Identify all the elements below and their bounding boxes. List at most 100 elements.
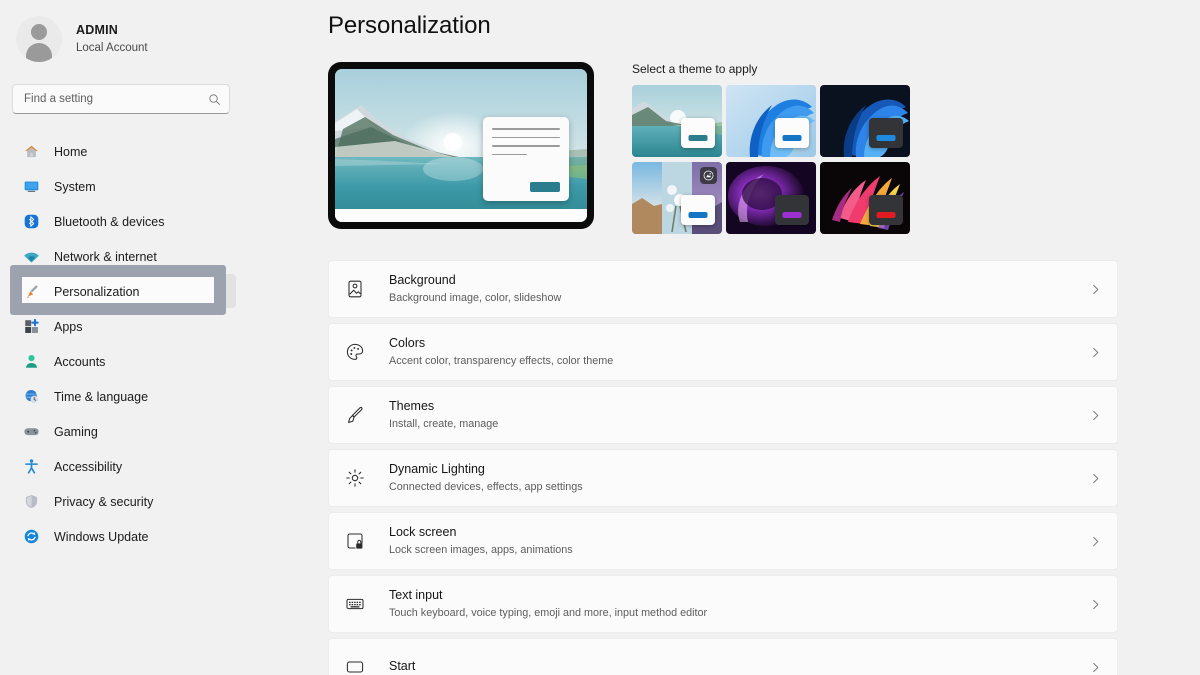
theme-thumb-spotlight-slideshow[interactable] (632, 162, 722, 234)
settings-row-themes[interactable]: Themes Install, create, manage (328, 386, 1118, 444)
settings-window: ADMIN Local Account Home (0, 0, 1200, 675)
theme-thumb-accent (876, 135, 896, 141)
theme-grid (632, 85, 910, 234)
gamepad-icon (24, 428, 39, 436)
person-avatar-icon (16, 16, 62, 62)
theme-picker-label: Select a theme to apply (632, 62, 758, 76)
settings-row-text-input[interactable]: Text input Touch keyboard, voice typing,… (328, 575, 1118, 633)
row-title: Themes (389, 399, 435, 414)
settings-row-lock-screen[interactable]: Lock screen Lock screen images, apps, an… (328, 512, 1118, 570)
sidebar-item-time-language[interactable]: Time & language (12, 379, 218, 414)
theme-thumb-bloom-light[interactable] (726, 85, 816, 157)
theme-thumb-window (681, 195, 715, 225)
settings-list: Background Background image, color, slid… (328, 260, 1118, 675)
sidebar-item-privacy-security[interactable]: Privacy & security (12, 484, 218, 519)
windows-spotlight-icon (700, 167, 717, 184)
monitor-icon (24, 181, 39, 192)
chevron-right-icon (1093, 473, 1099, 483)
shield-icon (25, 494, 38, 509)
keyboard-icon (346, 598, 364, 610)
row-title: Dynamic Lighting (389, 462, 485, 477)
row-subtitle: Touch keyboard, voice typing, emoji and … (389, 607, 708, 620)
theme-thumb-window (869, 195, 903, 225)
sidebar-item-label: Gaming (54, 424, 98, 439)
search-icon (209, 93, 220, 105)
update-icon (24, 529, 39, 544)
preview-window-mockup (483, 117, 569, 201)
sidebar-item-label: Time & language (54, 389, 149, 404)
sidebar-item-label: Privacy & security (54, 494, 154, 509)
theme-thumb-flow-dark[interactable] (820, 162, 910, 234)
start-icon (346, 661, 364, 673)
picture-icon (348, 280, 362, 298)
sidebar-item-label: Accounts (54, 354, 106, 369)
row-subtitle: Lock screen images, apps, animations (389, 544, 573, 557)
settings-row-start[interactable]: Start (328, 638, 1118, 675)
settings-row-dynamic-lighting[interactable]: Dynamic Lighting Connected devices, effe… (328, 449, 1118, 507)
row-title: Background (389, 273, 456, 288)
chevron-right-icon (1093, 284, 1099, 294)
theme-thumb-lake-light[interactable] (632, 85, 722, 157)
clock-globe-icon (25, 390, 38, 404)
sidebar-item-label: Personalization (54, 284, 140, 299)
sidebar-item-personalization[interactable]: Personalization (12, 274, 218, 309)
sidebar-item-accessibility[interactable]: Accessibility (12, 449, 218, 484)
row-subtitle: Connected devices, effects, app settings (389, 481, 583, 494)
sidebar-item-gaming[interactable]: Gaming (12, 414, 218, 449)
theme-thumb-window (775, 118, 809, 148)
row-subtitle: Install, create, manage (389, 418, 499, 431)
lighting-icon (346, 469, 364, 487)
row-title: Colors (389, 336, 426, 351)
sidebar-item-apps[interactable]: Apps (12, 309, 218, 344)
sidebar-item-label: Apps (54, 319, 83, 334)
selection-shadow (224, 274, 236, 308)
sidebar-item-windows-update[interactable]: Windows Update (12, 519, 218, 554)
row-title: Start (389, 658, 416, 673)
sidebar-item-home[interactable]: Home (12, 134, 218, 169)
theme-thumb-accent (876, 212, 896, 218)
preview-taskbar (335, 209, 587, 222)
search-box[interactable] (12, 84, 230, 114)
theme-thumb-bloom-dark[interactable] (820, 85, 910, 157)
theme-thumb-window (775, 195, 809, 225)
row-title: Text input (389, 588, 443, 603)
search-input[interactable] (24, 93, 208, 105)
sidebar-item-label: Bluetooth & devices (54, 214, 165, 229)
lock-screen-icon (347, 533, 363, 549)
user-profile[interactable]: ADMIN Local Account (0, 0, 320, 62)
row-subtitle: Accent color, transparency effects, colo… (389, 355, 614, 368)
chevron-right-icon (1093, 536, 1099, 546)
main-content: Personalization Select a theme to apply … (320, 0, 1200, 675)
sidebar-item-network-internet[interactable]: Network & internet (12, 239, 218, 274)
accessibility-icon (25, 459, 38, 474)
account-icon (26, 355, 37, 368)
chevron-right-icon (1093, 410, 1099, 420)
row-title: Lock screen (389, 525, 457, 540)
sidebar-nav: Home System Bluetooth & devices Network … (0, 134, 320, 554)
theme-preview-monitor (328, 62, 594, 229)
settings-row-colors[interactable]: Colors Accent color, transparency effect… (328, 323, 1118, 381)
sidebar-item-accounts[interactable]: Accounts (12, 344, 218, 379)
sidebar-item-label: System (54, 179, 96, 194)
sidebar-item-bluetooth-devices[interactable]: Bluetooth & devices (12, 204, 218, 239)
bluetooth-icon (24, 214, 39, 229)
sidebar-item-label: Network & internet (54, 249, 157, 264)
settings-row-background[interactable]: Background Background image, color, slid… (328, 260, 1118, 318)
theme-thumb-accent (688, 212, 708, 218)
theme-thumb-accent (782, 212, 802, 218)
sidebar-item-label: Windows Update (54, 529, 149, 544)
sidebar-item-label: Home (54, 144, 88, 159)
hero-section: Select a theme to apply (328, 62, 1200, 234)
profile-name: ADMIN (76, 23, 118, 37)
theme-picker: Select a theme to apply (632, 62, 910, 234)
palette-icon (346, 343, 364, 360)
theme-thumb-glow-dark[interactable] (726, 162, 816, 234)
paintbrush-icon (347, 406, 363, 424)
chevron-right-icon (1093, 599, 1099, 609)
sidebar-item-system[interactable]: System (12, 169, 218, 204)
theme-thumb-accent (782, 135, 802, 141)
profile-account-type: Local Account (76, 41, 148, 54)
sidebar-item-label: Accessibility (54, 459, 123, 474)
sidebar: ADMIN Local Account Home (0, 0, 320, 675)
row-subtitle: Background image, color, slideshow (389, 292, 562, 305)
